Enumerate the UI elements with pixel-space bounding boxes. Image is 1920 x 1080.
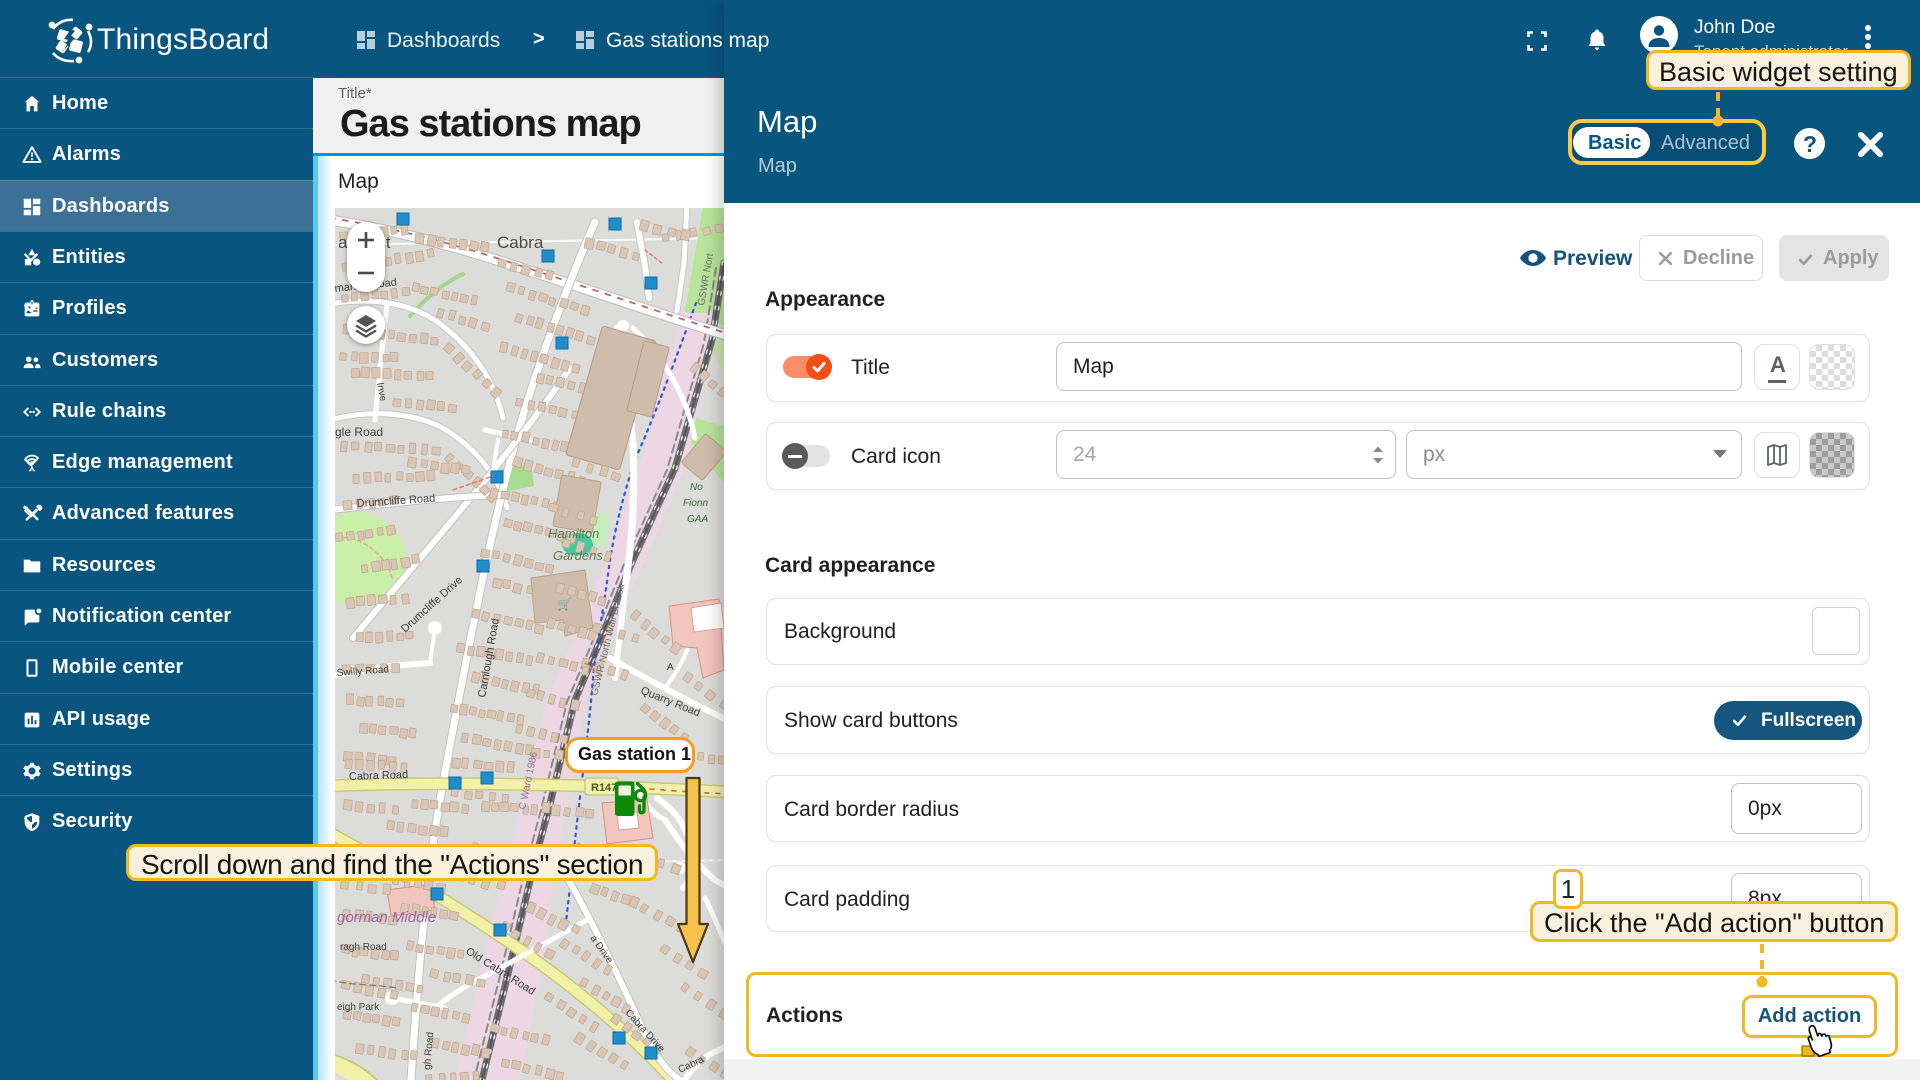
svg-text:Fionn: Fionn bbox=[683, 498, 708, 509]
svg-text:Cabra Road: Cabra Road bbox=[349, 769, 409, 783]
svg-text:🛒: 🛒 bbox=[557, 597, 572, 611]
svg-text:gle Road: gle Road bbox=[335, 425, 383, 439]
svg-text:Gardens: Gardens bbox=[553, 548, 603, 563]
svg-text:eigh Park: eigh Park bbox=[337, 1002, 380, 1013]
svg-text:Cabra: Cabra bbox=[497, 233, 544, 252]
svg-text:Hamilton: Hamilton bbox=[548, 526, 599, 541]
svg-text:GAA: GAA bbox=[687, 514, 708, 525]
svg-text:R147: R147 bbox=[591, 782, 617, 794]
svg-text:ragh Road: ragh Road bbox=[340, 942, 387, 953]
svg-text:A: A bbox=[667, 662, 674, 673]
svg-text:gorman Middle: gorman Middle bbox=[337, 909, 436, 926]
svg-text:No: No bbox=[690, 482, 703, 493]
